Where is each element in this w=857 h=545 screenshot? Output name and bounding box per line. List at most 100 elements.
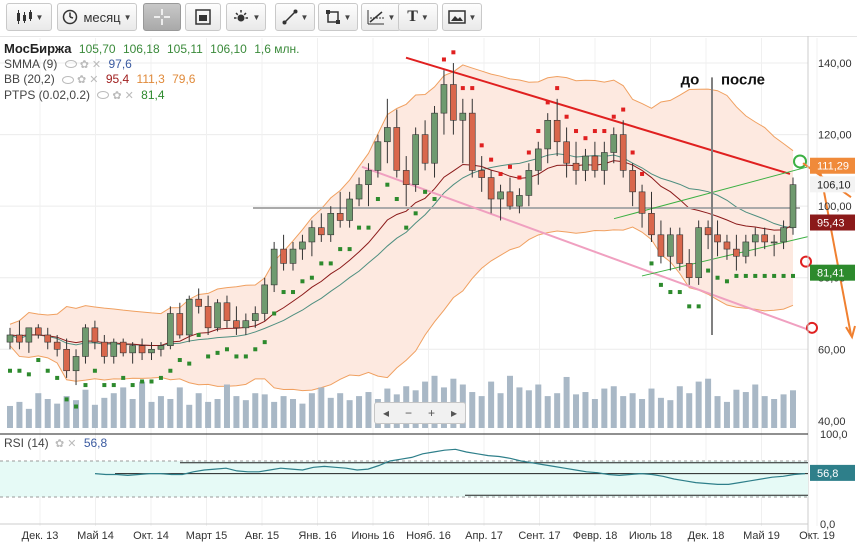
volume-bar bbox=[214, 399, 221, 428]
rsi-legend: RSI (14) ✿ ✕ 56,8 bbox=[4, 436, 107, 452]
gear-icon[interactable]: ✿ bbox=[112, 89, 121, 104]
candle-body bbox=[450, 84, 457, 121]
indicator-panel-button[interactable] bbox=[185, 3, 221, 31]
parabolic-sar-dot bbox=[658, 282, 663, 287]
parabolic-sar-dot bbox=[413, 211, 418, 216]
volume-value: 1,6 млн. bbox=[254, 42, 300, 56]
scroll-left-icon[interactable]: ◂ bbox=[383, 406, 389, 420]
text-tool-icon: T bbox=[407, 8, 418, 25]
eye-icon[interactable] bbox=[62, 75, 75, 84]
clock-icon bbox=[63, 9, 78, 25]
volume-bar bbox=[233, 396, 240, 428]
volume-bar bbox=[780, 394, 787, 428]
zoom-out-icon[interactable]: − bbox=[405, 406, 412, 420]
x-tick-label: Май 19 bbox=[743, 530, 780, 542]
parabolic-sar-dot bbox=[385, 182, 390, 187]
eye-icon[interactable] bbox=[97, 91, 110, 100]
x-tick-label: Окт. 19 bbox=[799, 530, 835, 542]
chevron-down-icon: ▼ bbox=[343, 12, 352, 22]
gear-icon[interactable]: ✿ bbox=[80, 58, 89, 73]
volume-bar bbox=[365, 392, 372, 428]
zoom-in-icon[interactable]: + bbox=[428, 406, 435, 420]
text-tool-button[interactable]: T ▼ bbox=[398, 3, 438, 31]
ohlc-low: 105,11 bbox=[166, 42, 203, 56]
gear-icon[interactable]: ✿ bbox=[77, 73, 86, 88]
chart-area[interactable]: допосле40,0060,0080,00100,00120,00140,00… bbox=[0, 36, 857, 545]
shape-tool-button[interactable]: ▼ bbox=[318, 3, 358, 31]
volume-bar bbox=[610, 386, 617, 428]
volume-bar bbox=[582, 392, 589, 428]
eye-icon[interactable] bbox=[64, 60, 77, 69]
badge-bb-upper: 111,29 bbox=[817, 161, 849, 173]
period-select[interactable]: месяц ▼ bbox=[57, 3, 137, 31]
theme-button[interactable]: ▼ bbox=[226, 3, 266, 31]
parabolic-sar-dot bbox=[281, 290, 286, 295]
candle-body bbox=[204, 306, 212, 329]
parabolic-sar-dot bbox=[687, 304, 692, 309]
candle-body bbox=[346, 198, 353, 221]
volume-bar bbox=[497, 393, 504, 428]
candle-body bbox=[751, 234, 759, 243]
x-tick-label: Нояб. 16 bbox=[406, 530, 451, 542]
parabolic-sar-dot bbox=[640, 171, 645, 176]
candle-body bbox=[176, 313, 184, 336]
smma-label: SMMA (9) bbox=[4, 56, 58, 71]
gear-icon[interactable]: ✿ bbox=[55, 437, 64, 452]
x-tick-label: Дек. 18 bbox=[688, 530, 725, 542]
volume-bar bbox=[488, 381, 495, 428]
candle-body bbox=[53, 341, 61, 350]
volume-bar bbox=[516, 387, 523, 428]
candle-body bbox=[138, 345, 146, 354]
candle-body bbox=[82, 327, 89, 357]
volume-bar bbox=[195, 393, 202, 428]
parabolic-sar-dot bbox=[611, 114, 616, 119]
parabolic-sar-dot bbox=[507, 164, 512, 169]
parabolic-sar-dot bbox=[121, 375, 126, 380]
candle-body bbox=[780, 227, 787, 243]
parabolic-sar-dot bbox=[404, 225, 409, 230]
candle-body bbox=[676, 234, 684, 264]
parabolic-sar-dot bbox=[715, 275, 720, 280]
image-tool-button[interactable]: ▼ bbox=[442, 3, 482, 31]
parabolic-sar-dot bbox=[187, 361, 192, 366]
candle-body bbox=[723, 241, 731, 250]
price-tick-label: 120,00 bbox=[818, 130, 852, 142]
fibonacci-tool-button[interactable]: ▼ bbox=[361, 3, 401, 31]
crosshair-button[interactable] bbox=[143, 3, 181, 31]
parabolic-sar-dot bbox=[83, 383, 88, 388]
rsi-tick-label: 100,0 bbox=[820, 429, 848, 441]
volume-bar bbox=[205, 401, 212, 428]
candle-body bbox=[714, 234, 721, 243]
volume-bar bbox=[139, 381, 146, 428]
candle-body bbox=[402, 170, 410, 185]
parabolic-sar-dot bbox=[621, 107, 626, 112]
volume-bar bbox=[35, 393, 42, 428]
parabolic-sar-dot bbox=[243, 354, 248, 359]
bb-middle-value: 95,4 bbox=[105, 72, 130, 86]
ptps-label: PTPS (0.02,0.2) bbox=[4, 87, 91, 102]
volume-bar bbox=[554, 393, 561, 428]
bb-lower-value: 79,6 bbox=[172, 72, 196, 86]
candle-body bbox=[35, 327, 42, 336]
chart-type-button[interactable]: ▼ bbox=[6, 3, 52, 31]
candle-body bbox=[119, 341, 127, 354]
parabolic-sar-dot bbox=[196, 332, 201, 337]
legend-ptps-row: PTPS (0.02,0.2) ✿ ✕ 81,4 bbox=[4, 88, 299, 104]
close-icon[interactable]: ✕ bbox=[92, 58, 101, 73]
volume-bar bbox=[82, 389, 89, 428]
parabolic-sar-dot bbox=[630, 150, 635, 155]
close-icon[interactable]: ✕ bbox=[67, 437, 76, 452]
parabolic-sar-dot bbox=[338, 247, 343, 252]
line-tool-button[interactable]: ▼ bbox=[275, 3, 315, 31]
close-icon[interactable]: ✕ bbox=[89, 73, 98, 88]
volume-bar bbox=[157, 396, 164, 428]
volume-bar bbox=[544, 396, 551, 428]
volume-bar bbox=[723, 401, 730, 428]
close-icon[interactable]: ✕ bbox=[125, 89, 134, 104]
candle-body bbox=[431, 112, 438, 164]
parabolic-sar-dot bbox=[394, 197, 399, 202]
candle-body bbox=[553, 119, 561, 143]
parabolic-sar-dot bbox=[649, 261, 654, 266]
x-tick-label: Апр. 17 bbox=[465, 530, 503, 542]
scroll-right-icon[interactable]: ▸ bbox=[451, 406, 457, 420]
